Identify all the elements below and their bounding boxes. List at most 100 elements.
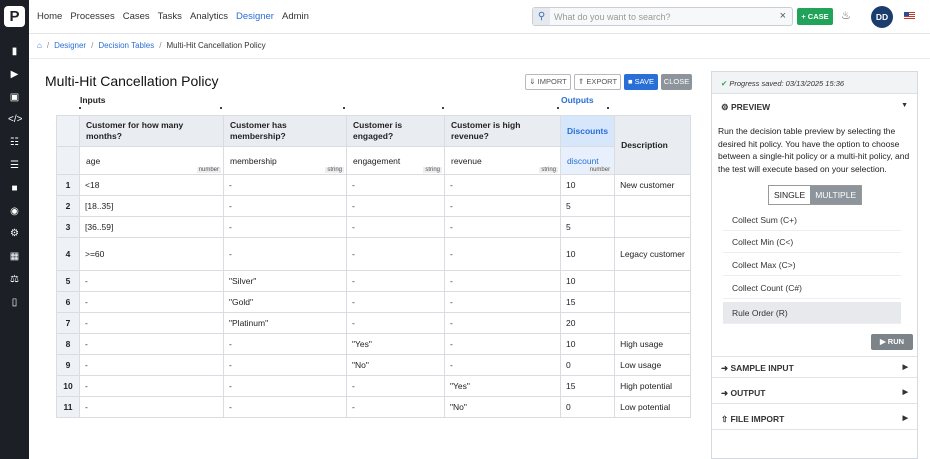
nav-tasks[interactable]: Tasks xyxy=(158,11,182,22)
policy-option[interactable]: Collect Count (C#) xyxy=(723,277,901,299)
avatar[interactable]: DD xyxy=(871,6,893,28)
table-row[interactable]: 5- "Silver" - -10 xyxy=(56,270,692,292)
table-icon[interactable]: ▦ xyxy=(8,250,21,263)
column-header[interactable]: Customer for how many months? xyxy=(79,115,224,147)
rule-cell[interactable]: - xyxy=(346,312,445,334)
run-button[interactable]: ▶ RUN xyxy=(871,334,913,350)
breadcrumb-designer[interactable]: Designer xyxy=(54,41,86,50)
rule-cell[interactable]: - xyxy=(346,216,445,238)
rule-cell[interactable]: - xyxy=(444,333,561,355)
stack-icon[interactable]: ☰ xyxy=(8,159,21,172)
table-row[interactable]: 1 <18- - -10 New customer xyxy=(56,174,692,196)
rule-cell[interactable]: - xyxy=(223,354,347,376)
rule-cell[interactable]: "Silver" xyxy=(223,270,347,292)
rule-cell[interactable]: 10 xyxy=(559,333,616,355)
output-column-header[interactable]: Discounts xyxy=(559,115,616,147)
rule-cell[interactable]: New customer xyxy=(614,174,692,196)
nav-designer[interactable]: Designer xyxy=(236,11,274,22)
play-icon[interactable]: ▶ xyxy=(8,68,21,81)
rule-cell[interactable]: Low potential xyxy=(614,396,692,418)
rule-cell[interactable]: High usage xyxy=(614,333,692,355)
rule-cell[interactable]: "Yes" xyxy=(346,333,445,355)
target-icon[interactable]: ◉ xyxy=(8,205,21,218)
rule-cell[interactable]: <18 xyxy=(79,174,224,196)
lock-icon[interactable]: ■ xyxy=(8,182,21,195)
nav-analytics[interactable]: Analytics xyxy=(190,11,228,22)
rule-cell[interactable]: - xyxy=(444,270,561,292)
rule-cell[interactable]: "Gold" xyxy=(223,291,347,313)
rule-cell[interactable]: - xyxy=(346,195,445,217)
rule-cell[interactable] xyxy=(614,291,692,313)
rule-cell[interactable] xyxy=(614,195,692,217)
rule-cell[interactable]: 0 xyxy=(559,354,616,376)
rule-cell[interactable]: - xyxy=(346,375,445,397)
rule-cell[interactable]: Low usage xyxy=(614,354,692,376)
rule-cell[interactable]: - xyxy=(223,216,347,238)
column-handle[interactable] xyxy=(557,107,559,109)
rule-cell[interactable]: - xyxy=(444,195,561,217)
nav-home[interactable]: Home xyxy=(37,11,62,22)
column-handle[interactable] xyxy=(343,107,345,109)
table-row[interactable]: 2 [18..35] - - -5 xyxy=(56,195,692,217)
nav-admin[interactable]: Admin xyxy=(282,11,309,22)
rule-cell[interactable]: "No" xyxy=(346,354,445,376)
rule-cell[interactable]: - xyxy=(444,291,561,313)
scale-icon[interactable]: ⚖ xyxy=(8,273,21,286)
rule-cell[interactable]: - xyxy=(223,174,347,196)
variable-cell[interactable]: revenue string xyxy=(444,146,561,175)
rule-cell[interactable]: - xyxy=(223,333,347,355)
policy-option[interactable]: Collect Sum (C+) xyxy=(723,209,901,231)
rule-cell[interactable]: - xyxy=(223,375,347,397)
rule-cell[interactable]: - xyxy=(444,174,561,196)
output-variable-cell[interactable]: discount number xyxy=(559,146,616,175)
rule-cell[interactable]: 0 xyxy=(559,396,616,418)
column-header[interactable]: Customer is high revenue? xyxy=(444,115,561,147)
rule-cell[interactable]: - xyxy=(79,312,224,334)
rule-cell[interactable]: - xyxy=(79,270,224,292)
rule-cell[interactable] xyxy=(614,270,692,292)
variable-cell[interactable]: engagement string xyxy=(346,146,445,175)
rule-cell[interactable]: - xyxy=(346,174,445,196)
code-icon[interactable]: </> xyxy=(8,113,22,126)
export-button[interactable]: ⇑ EXPORT xyxy=(574,74,621,90)
rule-cell[interactable]: "Yes" xyxy=(444,375,561,397)
us-flag-icon[interactable] xyxy=(904,12,915,20)
table-row[interactable]: 3 [36..59] - - -5 xyxy=(56,216,692,238)
rule-cell[interactable]: - xyxy=(346,237,445,271)
rule-cell[interactable]: 5 xyxy=(559,216,616,238)
table-row[interactable]: 7- "Platinum" - -20 xyxy=(56,312,692,334)
policy-option[interactable]: Collect Min (C<) xyxy=(723,231,901,253)
policy-option[interactable]: Collect Max (C>) xyxy=(723,254,901,276)
rule-cell[interactable]: [36..59] xyxy=(79,216,224,238)
rule-cell[interactable]: - xyxy=(79,354,224,376)
rule-cell[interactable]: - xyxy=(79,333,224,355)
rule-cell[interactable]: "Platinum" xyxy=(223,312,347,334)
rule-cell[interactable]: Legacy customer xyxy=(614,237,692,271)
rule-cell[interactable]: >=60 xyxy=(79,237,224,271)
table-row[interactable]: 6- "Gold" - -15 xyxy=(56,291,692,313)
multiple-toggle[interactable]: MULTIPLE xyxy=(810,186,862,204)
rule-cell[interactable]: - xyxy=(223,237,347,271)
rule-cell[interactable]: - xyxy=(346,291,445,313)
rule-cell[interactable]: - xyxy=(79,396,224,418)
table-row[interactable]: 8- - "Yes" -10 High usage xyxy=(56,333,692,355)
bell-icon[interactable]: ♨ xyxy=(841,9,851,22)
rule-cell[interactable]: - xyxy=(444,312,561,334)
rule-cell[interactable]: 5 xyxy=(559,195,616,217)
rule-cell[interactable]: - xyxy=(346,396,445,418)
close-button[interactable]: CLOSE xyxy=(661,74,692,90)
breadcrumb-decision-tables[interactable]: Decision Tables xyxy=(98,41,154,50)
clear-search-icon[interactable]: × xyxy=(780,10,786,22)
table-row[interactable]: 10- - - "Yes" 15 High potential xyxy=(56,375,692,397)
rule-cell[interactable]: - xyxy=(444,216,561,238)
rule-cell[interactable]: High potential xyxy=(614,375,692,397)
rule-cell[interactable]: - xyxy=(79,375,224,397)
nav-cases[interactable]: Cases xyxy=(123,11,150,22)
gear-icon[interactable]: ⚙ xyxy=(8,227,21,240)
column-header[interactable]: Customer is engaged? xyxy=(346,115,445,147)
search-input[interactable]: What do you want to search? xyxy=(554,12,671,22)
rule-cell[interactable]: - xyxy=(346,270,445,292)
rule-cell[interactable]: 20 xyxy=(559,312,616,334)
preview-section-header[interactable]: ⚙ PREVIEW ▼ xyxy=(712,96,917,118)
rule-cell[interactable]: 10 xyxy=(559,237,616,271)
